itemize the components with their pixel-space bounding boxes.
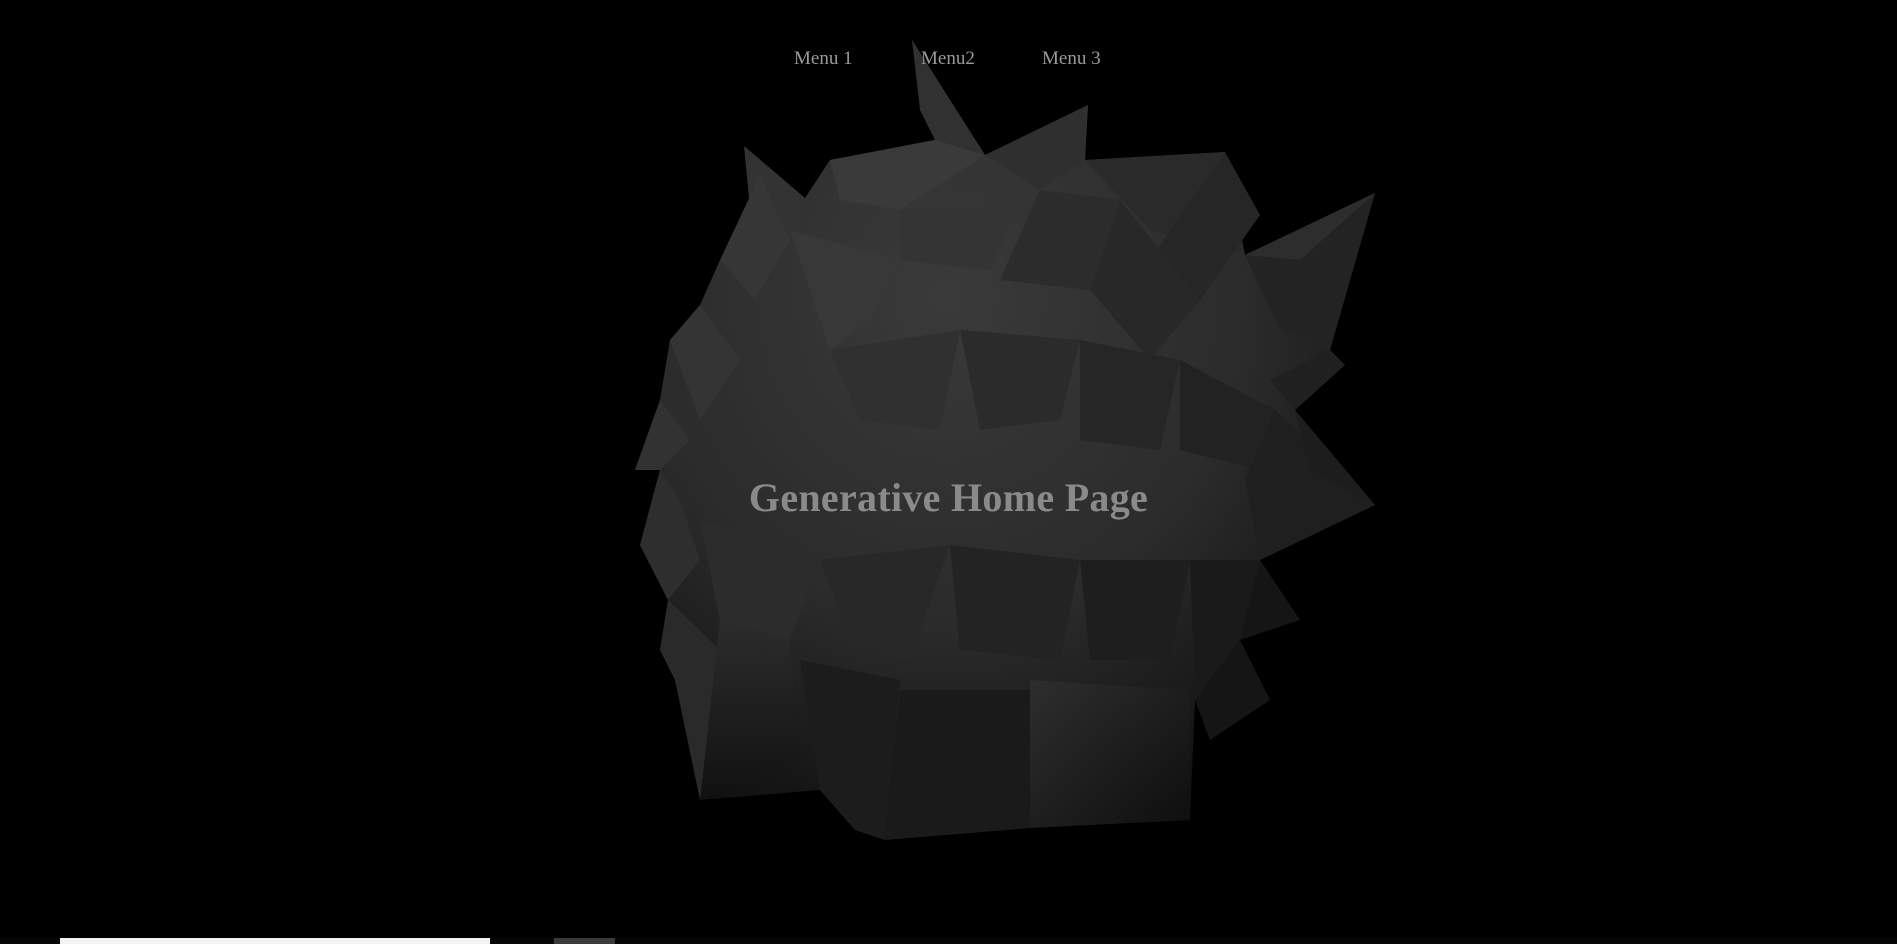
top-nav: Menu 1 Menu2 Menu 3: [0, 48, 1897, 76]
bottom-bar-grey-segment: [554, 938, 615, 944]
nav-item-menu-1[interactable]: Menu 1: [794, 48, 853, 70]
nav-item-menu-2[interactable]: Menu2: [921, 48, 975, 70]
bottom-bar-white-segment: [60, 938, 490, 944]
page-title: Generative Home Page: [748, 475, 1149, 520]
generative-shape-canvas: [635, 40, 1375, 840]
nav-item-menu-3[interactable]: Menu 3: [1042, 48, 1101, 70]
